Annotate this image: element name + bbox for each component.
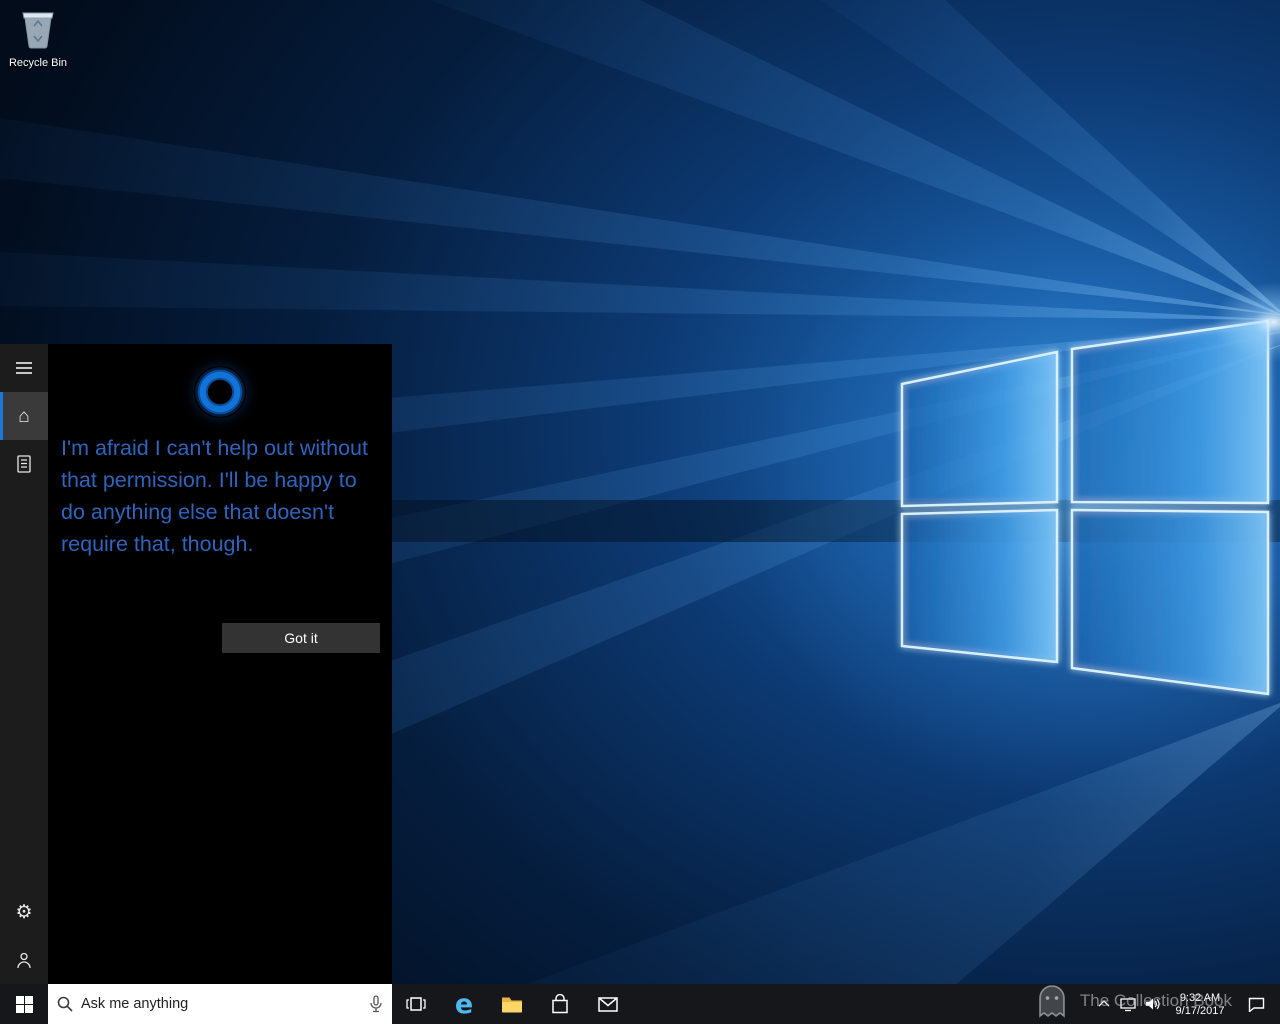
network-icon [1120,997,1136,1011]
cortana-logo [194,366,246,418]
cortana-message-text: I'm afraid I can't help out without that… [61,436,368,556]
cortana-home-button[interactable]: ⌂ [0,392,48,440]
taskbar-search-box[interactable] [48,984,392,1024]
clock-date: 9/17/2017 [1175,1005,1225,1017]
microphone-icon[interactable] [369,995,383,1013]
action-center-button[interactable] [1236,984,1276,1024]
hamburger-icon [16,362,32,374]
feedback-person-icon [17,952,31,968]
taskbar-clock[interactable]: 9:32 AM 9/17/2017 [1164,990,1236,1018]
system-tray: 9:32 AM 9/17/2017 [1092,984,1280,1024]
edge-browser-button[interactable]: e [440,984,488,1024]
cortana-sidebar: ⌂ ⚙ [0,344,48,984]
cortana-feedback-button[interactable] [0,936,48,984]
network-tray-button[interactable] [1116,984,1140,1024]
show-hidden-icons-button[interactable] [1092,984,1116,1024]
chevron-up-icon [1098,1000,1110,1007]
action-center-icon [1248,997,1264,1012]
settings-gear-icon: ⚙ [15,901,33,923]
file-explorer-icon [502,997,522,1013]
edge-icon: e [454,988,474,1020]
task-view-icon [406,997,426,1011]
notebook-icon [17,455,31,473]
file-explorer-button[interactable] [488,984,536,1024]
home-icon: ⌂ [18,405,30,427]
taskbar: e [0,984,1280,1024]
windows-start-icon [15,995,33,1013]
search-input[interactable] [81,996,361,1012]
got-it-button[interactable]: Got it [222,623,380,653]
recycle-bin-icon[interactable]: Recycle Bin [6,6,70,69]
cortana-main-panel: I'm afraid I can't help out without that… [48,344,392,984]
cortana-settings-button[interactable]: ⚙ [0,888,48,936]
recycle-bin-glyph [22,12,54,49]
search-icon [57,996,73,1012]
recycle-bin-label: Recycle Bin [8,57,68,69]
mail-button[interactable] [584,984,632,1024]
volume-icon [1146,998,1160,1010]
store-button[interactable] [536,984,584,1024]
task-view-button[interactable] [392,984,440,1024]
store-bag-icon [552,994,568,1014]
hamburger-menu-button[interactable] [0,344,48,392]
cortana-panel: ⌂ ⚙ I'm afraid I can't help out without … [0,344,392,984]
clock-time: 9:32 AM [1179,992,1221,1004]
mail-envelope-icon [598,996,618,1012]
volume-tray-button[interactable] [1140,984,1164,1024]
cortana-notebook-button[interactable] [0,440,48,488]
start-button[interactable] [0,984,48,1024]
